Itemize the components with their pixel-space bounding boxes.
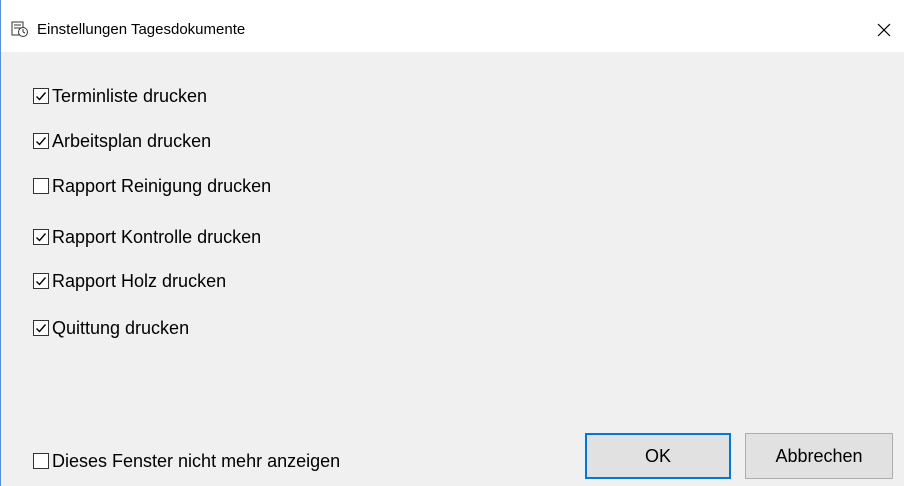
checkbox-box[interactable] [33,133,49,149]
option-label: Rapport Reinigung drucken [52,175,272,196]
checkbox-box[interactable] [33,88,49,104]
option-label: Quittung drucken [52,317,190,338]
checkbox-box[interactable] [33,273,49,289]
app-icon [11,20,29,38]
ok-button[interactable]: OK [585,433,731,479]
settings-dialog: Einstellungen Tagesdokumente Terminliste… [0,0,904,486]
checkbox-box[interactable] [33,320,49,336]
checkbox-box[interactable] [33,453,49,469]
option-checkbox[interactable]: Terminliste drucken [33,84,207,108]
window-title: Einstellungen Tagesdokumente [37,21,246,38]
checkbox-box[interactable] [33,229,49,245]
dont-show-again-label: Dieses Fenster nicht mehr anzeigen [52,450,341,471]
checkbox-box[interactable] [33,178,49,194]
option-label: Rapport Kontrolle drucken [52,226,262,247]
option-label: Terminliste drucken [52,85,208,106]
close-icon [877,23,891,37]
option-checkbox[interactable]: Rapport Reinigung drucken [33,174,271,198]
cancel-button[interactable]: Abbrechen [745,433,893,479]
option-label: Rapport Holz drucken [52,270,227,291]
title-bar: Einstellungen Tagesdokumente [1,0,904,52]
option-checkbox[interactable]: Rapport Kontrolle drucken [33,225,261,249]
option-label: Arbeitsplan drucken [52,130,212,151]
dont-show-again-checkbox[interactable]: Dieses Fenster nicht mehr anzeigen [33,449,340,473]
option-checkbox[interactable]: Arbeitsplan drucken [33,129,211,153]
option-checkbox[interactable]: Quittung drucken [33,316,189,340]
close-button[interactable] [864,14,904,46]
option-checkbox[interactable]: Rapport Holz drucken [33,269,226,293]
